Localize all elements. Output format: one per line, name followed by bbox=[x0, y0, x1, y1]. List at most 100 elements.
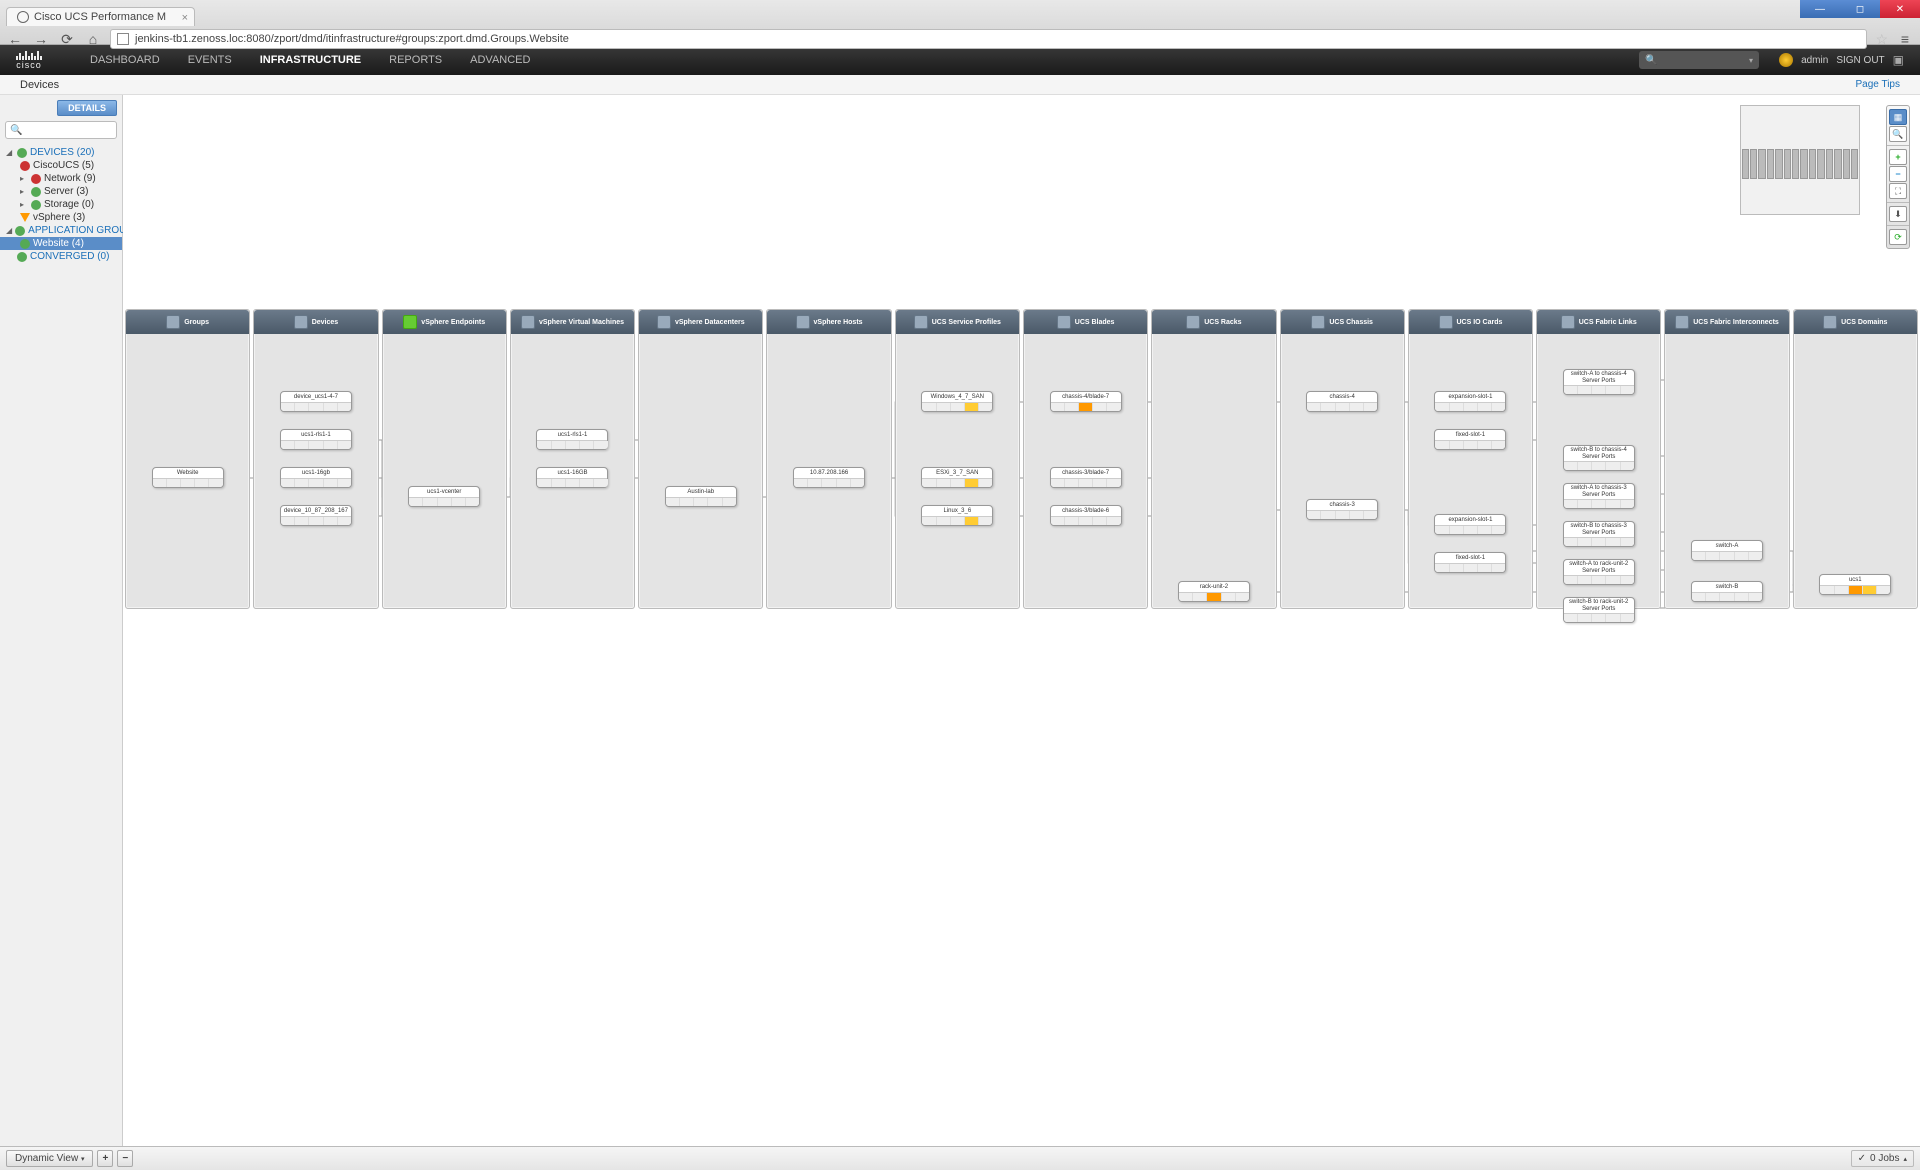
main-layout: DETAILS 🔍 ◢DEVICES (20) CiscoUCS (5) ▸Ne… bbox=[0, 95, 1920, 1150]
fit-icon[interactable]: ⛶ bbox=[1889, 183, 1907, 199]
topology-node[interactable]: switch-A to chassis-3 Server Ports bbox=[1563, 483, 1635, 509]
zoom-tool-icon[interactable]: 🔍 bbox=[1889, 126, 1907, 142]
nav-advanced[interactable]: ADVANCED bbox=[470, 54, 530, 66]
node-label: device_10_87_208_167 bbox=[281, 506, 351, 516]
node-status-pills bbox=[922, 516, 992, 525]
window-maximize[interactable]: ◻ bbox=[1840, 0, 1880, 18]
chevron-down-icon: ▾ bbox=[81, 1156, 85, 1163]
column-body: ucs1-vcenter bbox=[383, 334, 506, 608]
view-selector[interactable]: Dynamic View ▾ bbox=[6, 1150, 93, 1167]
topology-node[interactable]: chassis-4 bbox=[1306, 391, 1378, 412]
topology-node[interactable]: rack-unit-2 bbox=[1178, 581, 1250, 602]
select-tool-icon[interactable]: ▦ bbox=[1889, 109, 1907, 125]
window-minimize[interactable]: — bbox=[1800, 0, 1840, 18]
home-icon[interactable]: ⌂ bbox=[84, 30, 102, 48]
topology-node[interactable]: Website bbox=[152, 467, 224, 488]
topology-node[interactable]: chassis-3/blade-7 bbox=[1050, 467, 1122, 488]
zoom-out-icon[interactable]: − bbox=[1889, 166, 1907, 182]
column-title: UCS Service Profiles bbox=[932, 319, 1001, 326]
tree-website[interactable]: Website (4) bbox=[0, 237, 122, 250]
tree-appgroups[interactable]: ◢APPLICATION GROUPS (4) bbox=[4, 224, 118, 237]
tree-ciscoucs[interactable]: CiscoUCS (5) bbox=[4, 159, 118, 172]
column-4: vSphere DatacentersAustin-lab bbox=[638, 309, 763, 609]
topology-node[interactable]: ucs1-vcenter bbox=[408, 486, 480, 507]
menu-icon[interactable]: ≡ bbox=[1896, 30, 1914, 48]
topology-node[interactable]: chassis-3 bbox=[1306, 499, 1378, 520]
tree-storage[interactable]: ▸Storage (0) bbox=[4, 198, 118, 211]
signout-icon[interactable]: ▣ bbox=[1893, 53, 1904, 67]
details-button[interactable]: DETAILS bbox=[57, 100, 117, 116]
topology-node[interactable]: expansion-slot-1 bbox=[1434, 391, 1506, 412]
browser-tab[interactable]: Cisco UCS Performance M × bbox=[6, 7, 195, 26]
add-button[interactable]: + bbox=[97, 1150, 113, 1167]
reload-icon[interactable]: ⟳ bbox=[58, 30, 76, 48]
tree-server[interactable]: ▸Server (3) bbox=[4, 185, 118, 198]
tab-favicon bbox=[17, 11, 29, 23]
topology-node[interactable]: ucs1 bbox=[1819, 574, 1891, 595]
topology-node[interactable]: expansion-slot-1 bbox=[1434, 514, 1506, 535]
global-search[interactable]: 🔍 ▾ bbox=[1639, 51, 1759, 69]
topology-node[interactable]: ucs1-16gb bbox=[280, 467, 352, 488]
user-icon bbox=[1779, 53, 1793, 67]
page-tips-link[interactable]: Page Tips bbox=[1856, 79, 1900, 90]
node-label: chassis-3/blade-7 bbox=[1051, 468, 1121, 478]
topology-node[interactable]: ucs1-16GB bbox=[536, 467, 608, 488]
topology-node[interactable]: chassis-3/blade-6 bbox=[1050, 505, 1122, 526]
topology-node[interactable]: Linux_3_6 bbox=[921, 505, 993, 526]
status-orange-icon bbox=[20, 213, 30, 222]
topology-node[interactable]: ucs1-rls1-1 bbox=[280, 429, 352, 450]
tab-close-icon[interactable]: × bbox=[182, 12, 188, 24]
topology-node[interactable]: switch-A to rack-unit-2 Server Ports bbox=[1563, 559, 1635, 585]
node-status-pills bbox=[1564, 461, 1634, 470]
node-label: Windows_4_7_SAN bbox=[922, 392, 992, 402]
topology-node[interactable]: device_10_87_208_167 bbox=[280, 505, 352, 526]
topology-node[interactable]: ESXi_3_7_SAN bbox=[921, 467, 993, 488]
node-status-pills bbox=[281, 440, 351, 449]
topology-node[interactable]: 10.87.208.166 bbox=[793, 467, 865, 488]
nav-reports[interactable]: REPORTS bbox=[389, 54, 442, 66]
topology-node[interactable]: ucs1-rls1-1 bbox=[536, 429, 608, 450]
bookmark-icon[interactable]: ☆ bbox=[1875, 31, 1888, 48]
forward-icon[interactable]: → bbox=[32, 30, 50, 48]
column-title: UCS Chassis bbox=[1329, 319, 1373, 326]
signout-link[interactable]: SIGN OUT bbox=[1836, 55, 1884, 66]
node-label: ucs1-rls1-1 bbox=[537, 430, 607, 440]
topology-node[interactable]: fixed-slot-1 bbox=[1434, 552, 1506, 573]
topology-node[interactable]: switch-A bbox=[1691, 540, 1763, 561]
node-label: rack-unit-2 bbox=[1179, 582, 1249, 592]
topology-node[interactable]: Austin-lab bbox=[665, 486, 737, 507]
tree-network[interactable]: ▸Network (9) bbox=[4, 172, 118, 185]
zoom-in-icon[interactable]: + bbox=[1889, 149, 1907, 165]
topology-node[interactable]: device_ucs1-4-7 bbox=[280, 391, 352, 412]
topology-node[interactable]: Windows_4_7_SAN bbox=[921, 391, 993, 412]
nav-dashboard[interactable]: DASHBOARD bbox=[90, 54, 160, 66]
topology-node[interactable]: switch-B bbox=[1691, 581, 1763, 602]
export-icon[interactable]: ⬇ bbox=[1889, 206, 1907, 222]
node-status-pills bbox=[1564, 537, 1634, 546]
topology-node[interactable]: chassis-4/blade-7 bbox=[1050, 391, 1122, 412]
username[interactable]: admin bbox=[1801, 55, 1828, 66]
refresh-icon[interactable]: ⟳ bbox=[1889, 229, 1907, 245]
topology-node[interactable]: switch-B to rack-unit-2 Server Ports bbox=[1563, 597, 1635, 623]
topology-node[interactable]: switch-B to chassis-3 Server Ports bbox=[1563, 521, 1635, 547]
url-input[interactable]: jenkins-tb1.zenoss.loc:8080/zport/dmd/it… bbox=[110, 29, 1867, 49]
back-icon[interactable]: ← bbox=[6, 30, 24, 48]
tree-vsphere[interactable]: vSphere (3) bbox=[4, 211, 118, 224]
tree-devices[interactable]: ◢DEVICES (20) bbox=[4, 146, 118, 159]
node-status-pills bbox=[1564, 613, 1634, 622]
window-close[interactable]: ✕ bbox=[1880, 0, 1920, 18]
tree-converged[interactable]: ◢CONVERGED (0) bbox=[4, 250, 118, 263]
topology-node[interactable]: fixed-slot-1 bbox=[1434, 429, 1506, 450]
minimap[interactable] bbox=[1740, 105, 1860, 215]
status-green-icon bbox=[17, 148, 27, 158]
topology-node[interactable]: switch-A to chassis-4 Server Ports bbox=[1563, 369, 1635, 395]
diagram-canvas[interactable]: GroupsWebsiteDevicesdevice_ucs1-4-7ucs1-… bbox=[123, 95, 1920, 1150]
nav-infrastructure[interactable]: INFRASTRUCTURE bbox=[260, 54, 361, 66]
remove-button[interactable]: − bbox=[117, 1150, 133, 1167]
status-red-icon bbox=[31, 174, 41, 184]
jobs-indicator[interactable]: ✓ 0 Jobs ▴ bbox=[1851, 1150, 1914, 1167]
sidebar-search[interactable]: 🔍 bbox=[5, 121, 117, 139]
nav-events[interactable]: EVENTS bbox=[188, 54, 232, 66]
column-icon bbox=[1675, 315, 1689, 329]
topology-node[interactable]: switch-B to chassis-4 Server Ports bbox=[1563, 445, 1635, 471]
